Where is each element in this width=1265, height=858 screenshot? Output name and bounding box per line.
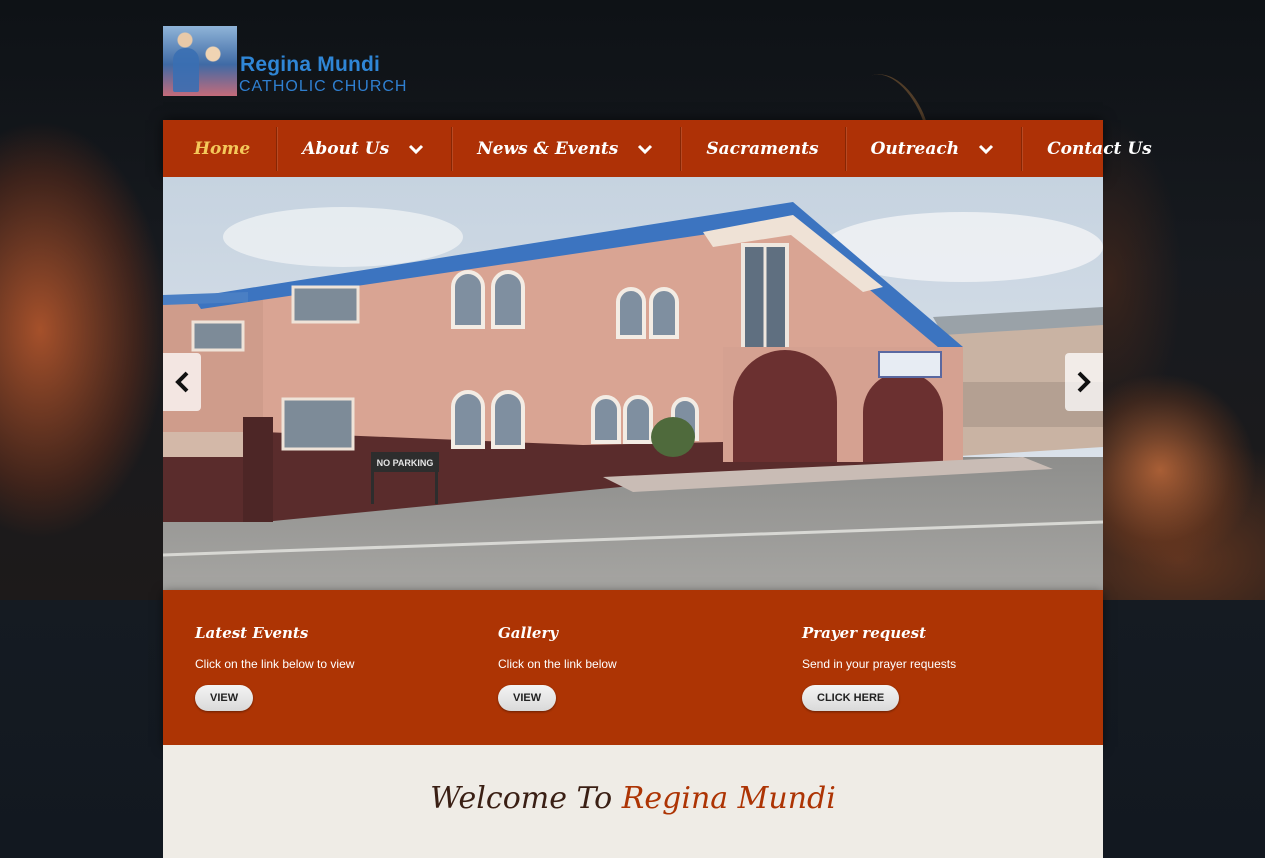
nav-item-home[interactable]: Home <box>163 126 278 171</box>
nav-item-about-us[interactable]: About Us <box>277 126 453 171</box>
nav-item-sacraments[interactable]: Sacraments <box>681 126 846 171</box>
feature-text: Click on the link below <box>498 657 617 671</box>
chevron-down-icon <box>979 144 994 154</box>
main-navigation: Home About Us News & Events Sacraments O… <box>163 120 1152 177</box>
prayer-request-button[interactable]: CLICK HERE <box>802 685 900 711</box>
nav-label-contact-us: Contact Us <box>1047 138 1152 159</box>
feature-title: Prayer request <box>802 624 927 642</box>
welcome-section: Welcome To Regina Mundi <box>163 745 1103 858</box>
latest-events-view-button[interactable]: VIEW <box>195 685 254 711</box>
nav-label-home: Home <box>194 138 251 159</box>
nav-item-contact-us[interactable]: Contact Us <box>1022 127 1178 171</box>
feature-title: Gallery <box>498 624 559 642</box>
slider-prev-button[interactable] <box>163 353 201 411</box>
logo-subtitle: CATHOLIC CHURCH <box>239 78 408 95</box>
feature-band: Latest Events Click on the link below to… <box>163 590 1103 745</box>
welcome-heading: Welcome To Regina Mundi <box>163 781 1103 816</box>
nav-label-news-events: News & Events <box>477 138 619 159</box>
gallery-view-button[interactable]: VIEW <box>498 685 557 711</box>
chevron-left-icon <box>175 371 189 393</box>
nav-item-news-events[interactable]: News & Events <box>452 126 682 171</box>
feature-text: Click on the link below to view <box>195 657 355 671</box>
chevron-down-icon <box>638 144 653 154</box>
nav-label-about-us: About Us <box>302 138 390 159</box>
slider-next-button[interactable] <box>1065 353 1103 411</box>
chevron-right-icon <box>1077 371 1091 393</box>
nav-item-outreach[interactable]: Outreach <box>846 126 1023 171</box>
church-building-photo: NO PARKING <box>163 177 1103 590</box>
feature-title: Latest Events <box>195 624 309 642</box>
feature-text: Send in your prayer requests <box>802 657 957 671</box>
madonna-logo-image <box>163 26 237 96</box>
chevron-down-icon <box>409 144 424 154</box>
welcome-church-name: Regina Mundi <box>621 781 836 816</box>
site-logo[interactable]: Regina Mundi CATHOLIC CHURCH <box>163 26 406 96</box>
logo-title: Regina Mundi <box>240 53 381 76</box>
welcome-prefix: Welcome To <box>430 781 613 816</box>
nav-label-outreach: Outreach <box>870 138 960 159</box>
sign-text: NO PARKING <box>377 458 434 468</box>
nav-label-sacraments: Sacraments <box>706 138 819 159</box>
hero-slider[interactable]: NO PARKING <box>163 177 1103 590</box>
